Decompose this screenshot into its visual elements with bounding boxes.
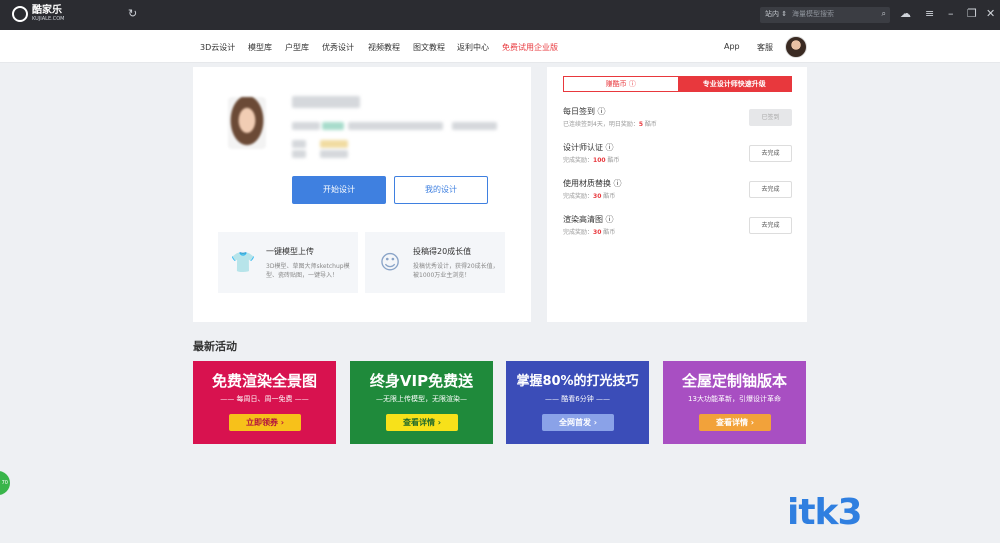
medal-icon: ☺	[379, 250, 401, 274]
nav-item-customer-service[interactable]: 客服	[757, 42, 773, 53]
complete-task-button[interactable]: 去完成	[749, 145, 792, 162]
checkin-button[interactable]: 已签到	[749, 109, 792, 126]
info-blurred	[292, 122, 320, 130]
nav-item-3d-design[interactable]: 3D云设计	[200, 42, 235, 53]
feature-title: 一键模型上传	[266, 247, 314, 256]
feature-desc: 3D模型、草图大师sketchup模型、瓷砖贴图，一键导入！	[266, 263, 350, 279]
banner-button[interactable]: 查看详情 ›	[386, 414, 458, 431]
task-title: 使用材质替换 ⓘ	[563, 179, 622, 188]
close-icon[interactable]: ✕	[986, 7, 995, 21]
banner-button[interactable]: 查看详情 ›	[699, 414, 771, 431]
search-input[interactable]: 海量模型搜索	[792, 9, 834, 19]
minimize-icon[interactable]: –	[948, 7, 954, 21]
banner-button[interactable]: 立即领券 ›	[229, 414, 301, 431]
task-sub: 完成奖励：100 酷币	[563, 157, 620, 164]
watermark-logo: itk3	[787, 492, 863, 533]
search-icon[interactable]: ⌕	[882, 9, 886, 19]
activity-banner[interactable]: 掌握80%的打光技巧 —— 酷看6分钟 —— 全网首发 ›	[506, 361, 649, 444]
logo-icon	[12, 6, 28, 22]
nav-item-featured-designs[interactable]: 优秀设计	[322, 42, 354, 53]
tab-designer-upgrade[interactable]: 专业设计师快速升级	[677, 77, 791, 91]
activity-banner[interactable]: 免费渲染全景图 —— 每周日、周一免费 —— 立即领券 ›	[193, 361, 336, 444]
banner-button[interactable]: 全网首发 ›	[542, 414, 614, 431]
main-nav: 3D云设计 模型库 户型库 优秀设计 视频教程 图文教程 返利中心 免费试用企业…	[0, 30, 1000, 63]
info-blurred	[320, 150, 348, 158]
info-blurred	[452, 122, 497, 130]
banner-title: 终身VIP免费送	[369, 372, 474, 390]
nav-item-image-tutorials[interactable]: 图文教程	[413, 42, 445, 53]
level-badge-blurred	[322, 122, 344, 130]
username-blurred	[292, 96, 360, 108]
info-blurred	[348, 122, 443, 130]
banner-sub: —无限上传模型，无限渲染—	[376, 395, 467, 403]
search-box[interactable]: 站内 ⇕ 海量模型搜索 ⌕	[760, 7, 890, 23]
banner-sub: —— 每周日、周一免费 ——	[220, 395, 309, 403]
complete-task-button[interactable]: 去完成	[749, 181, 792, 198]
banner-sub: 13大功能革新，引爆设计革命	[688, 395, 781, 403]
nav-item-model-library[interactable]: 模型库	[248, 42, 272, 53]
logo-text: 酷家乐	[32, 5, 62, 16]
banner-title: 掌握80%的打光技巧	[516, 374, 639, 389]
user-avatar[interactable]	[785, 36, 807, 58]
feature-desc: 投稿优秀设计，获得20成长值，被1000万业主浏览！	[413, 263, 499, 279]
activity-banner[interactable]: 终身VIP免费送 —无限上传模型，无限渲染— 查看详情 ›	[350, 361, 493, 444]
feature-card-upload[interactable]: 👕 一键模型上传 3D模型、草图大师sketchup模型、瓷砖贴图，一键导入！	[218, 232, 358, 293]
tasks-tabs: 赚酷币 ⓘ 专业设计师快速升级	[563, 76, 792, 92]
info-blurred	[292, 150, 306, 158]
banner-sub: —— 酷看6分钟 ——	[545, 395, 610, 403]
profile-avatar	[228, 97, 266, 149]
search-scope-select[interactable]: 站内 ⇕	[765, 9, 787, 19]
feature-title: 投稿得20成长值	[413, 247, 472, 256]
task-sub: 已连续签到4天，明日奖励：5 酷币	[563, 121, 657, 128]
logo-subtext: KUJIALE.COM	[32, 16, 65, 22]
cloud-upload-icon[interactable]: ☁	[900, 7, 911, 21]
nav-item-app[interactable]: App	[724, 42, 740, 51]
task-sub: 完成奖励：30 酷币	[563, 229, 616, 236]
logo[interactable]: 酷家乐 KUJIALE.COM	[12, 6, 64, 22]
task-title: 渲染高清图 ⓘ	[563, 215, 614, 224]
banner-title: 全屋定制铀版本	[681, 372, 787, 390]
activity-banner[interactable]: 全屋定制铀版本 13大功能革新，引爆设计革命 查看详情 ›	[663, 361, 806, 444]
banner-title: 免费渲染全景图	[211, 372, 317, 390]
nav-item-enterprise-trial[interactable]: 免费试用企业版	[502, 42, 558, 53]
task-sub: 完成奖励：30 酷币	[563, 193, 616, 200]
nav-item-video-tutorials[interactable]: 视频教程	[368, 42, 400, 53]
start-design-button[interactable]: 开始设计	[292, 176, 386, 204]
task-title: 每日签到 ⓘ	[563, 107, 606, 116]
my-design-button[interactable]: 我的设计	[394, 176, 488, 204]
info-blurred	[292, 140, 306, 148]
menu-icon[interactable]: ≡	[925, 7, 934, 21]
section-title-activities: 最新活动	[193, 340, 237, 353]
task-title: 设计师认证 ⓘ	[563, 143, 614, 152]
title-bar: 酷家乐 KUJIALE.COM ↻ 站内 ⇕ 海量模型搜索 ⌕ ☁ ≡ – ❐ …	[0, 0, 1000, 30]
floating-badge[interactable]: 70	[0, 471, 10, 495]
badge-blurred	[320, 140, 348, 148]
nav-item-rebate-center[interactable]: 返利中心	[457, 42, 489, 53]
refresh-icon[interactable]: ↻	[128, 7, 137, 21]
tab-earn-coins[interactable]: 赚酷币 ⓘ	[564, 77, 678, 91]
nav-item-floorplan-library[interactable]: 户型库	[285, 42, 309, 53]
feature-card-submit[interactable]: ☺ 投稿得20成长值 投稿优秀设计，获得20成长值，被1000万业主浏览！	[365, 232, 505, 293]
complete-task-button[interactable]: 去完成	[749, 217, 792, 234]
restore-icon[interactable]: ❐	[967, 7, 977, 21]
shirt-icon: 👕	[230, 250, 256, 274]
